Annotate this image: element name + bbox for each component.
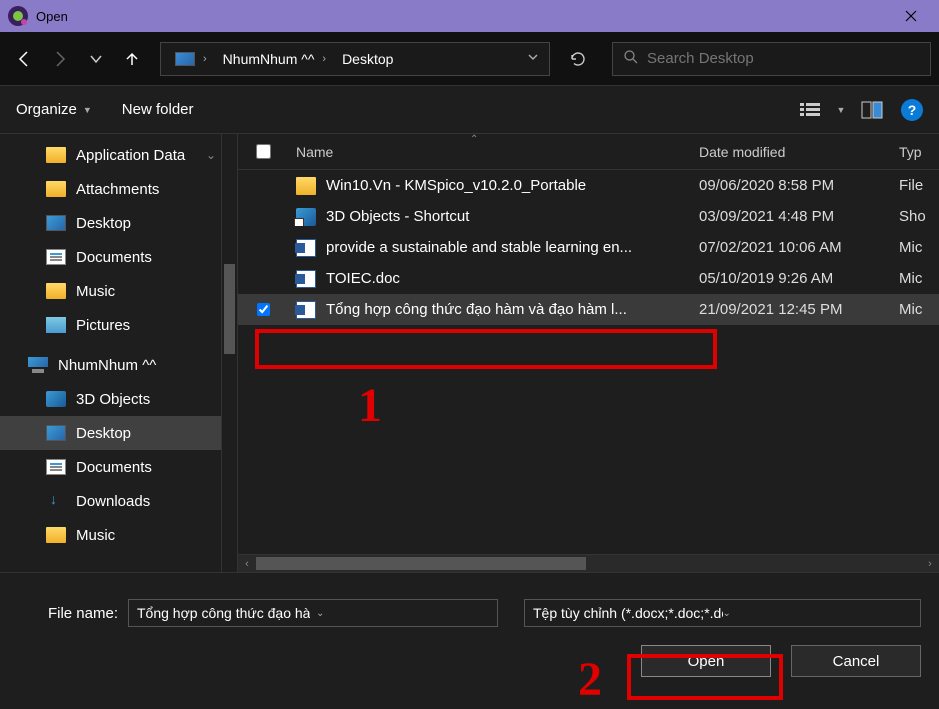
pc-icon (175, 52, 195, 66)
new-folder-button[interactable]: New folder (122, 101, 194, 118)
music-icon (46, 527, 66, 543)
pc-icon (28, 357, 48, 373)
forward-button[interactable] (44, 43, 76, 75)
sidebar-group-pc[interactable]: NhumNhum ^^ (0, 348, 237, 382)
sidebar-item[interactable]: Downloads (0, 484, 237, 518)
address-bar[interactable]: › NhumNhum ^^› Desktop (160, 42, 550, 76)
sidebar-scrollbar[interactable] (221, 134, 237, 572)
footer: File name: Tổng hợp công thức đạo hàm và… (0, 572, 939, 690)
word-icon (296, 270, 316, 288)
sidebar-item[interactable]: Documents (0, 240, 237, 274)
file-row[interactable]: TOIEC.doc 05/10/2019 9:26 AM Mic (238, 263, 939, 294)
sidebar-item[interactable]: Music (0, 274, 237, 308)
sidebar-item[interactable]: 3D Objects (0, 382, 237, 416)
sidebar: Application Data⌄ Attachments Desktop Do… (0, 134, 238, 572)
view-dropdown[interactable]: ▼ (833, 95, 849, 125)
cancel-button[interactable]: Cancel (791, 645, 921, 677)
address-dropdown[interactable] (517, 50, 549, 68)
filter-dropdown[interactable]: ⌄ (723, 608, 913, 619)
type-column[interactable]: Typ (899, 144, 939, 160)
scrollbar-thumb[interactable] (224, 264, 235, 354)
folder-icon (46, 147, 66, 163)
column-headers: Name⌃ Date modified Typ (238, 134, 939, 170)
address-root-icon[interactable]: › (161, 43, 215, 75)
file-row[interactable]: Win10.Vn - KMSpico_v10.2.0_Portable 09/0… (238, 170, 939, 201)
refresh-button[interactable] (558, 42, 598, 76)
scroll-left[interactable]: ‹ (238, 555, 256, 573)
file-pane: Name⌃ Date modified Typ Win10.Vn - KMSpi… (238, 134, 939, 572)
file-list: Win10.Vn - KMSpico_v10.2.0_Portable 09/0… (238, 170, 939, 554)
downloads-icon (46, 493, 66, 509)
word-icon (296, 301, 316, 319)
search-input[interactable] (647, 50, 920, 67)
preview-pane-button[interactable] (855, 95, 889, 125)
file-row-selected[interactable]: Tổng hợp công thức đạo hàm và đạo hàm l.… (238, 294, 939, 325)
main-area: Application Data⌄ Attachments Desktop Do… (0, 134, 939, 572)
up-button[interactable] (116, 43, 148, 75)
window-title: Open (36, 9, 68, 24)
document-icon (46, 249, 66, 265)
sidebar-item[interactable]: Desktop (0, 206, 237, 240)
sidebar-item[interactable]: Application Data⌄ (0, 138, 237, 172)
folder-icon (46, 283, 66, 299)
organize-menu[interactable]: Organize▼ (16, 101, 92, 118)
toolbar: Organize▼ New folder ▼ ? (0, 86, 939, 134)
app-icon (8, 6, 28, 26)
desktop-icon (46, 425, 66, 441)
navbar: › NhumNhum ^^› Desktop (0, 32, 939, 86)
select-all-checkbox[interactable] (256, 144, 271, 159)
document-icon (46, 459, 66, 475)
address-segment-user[interactable]: NhumNhum ^^› (215, 43, 334, 75)
shortcut-icon (296, 208, 316, 226)
help-button[interactable]: ? (901, 99, 923, 121)
file-row[interactable]: 3D Objects - Shortcut 03/09/2021 4:48 PM… (238, 201, 939, 232)
titlebar: Open (0, 0, 939, 32)
horizontal-scrollbar[interactable]: ‹ › (238, 554, 939, 572)
search-box[interactable] (612, 42, 931, 76)
scroll-right[interactable]: › (921, 555, 939, 573)
view-details-button[interactable] (793, 95, 827, 125)
filename-label: File name: (18, 605, 118, 622)
pictures-icon (46, 317, 66, 333)
history-dropdown[interactable] (80, 43, 112, 75)
expand-icon[interactable]: ⌄ (206, 148, 216, 162)
date-column[interactable]: Date modified (699, 144, 899, 160)
open-button[interactable]: Open (641, 645, 771, 677)
folder-icon (46, 181, 66, 197)
back-button[interactable] (8, 43, 40, 75)
address-segment-desktop[interactable]: Desktop (334, 43, 401, 75)
filetype-filter[interactable]: Tệp tùy chỉnh (*.docx;*.doc;*.do⌄ (524, 599, 921, 627)
close-button[interactable] (891, 0, 931, 32)
sidebar-item[interactable]: Attachments (0, 172, 237, 206)
filename-dropdown[interactable]: ⌄ (316, 608, 489, 619)
folder-icon (296, 177, 316, 195)
file-checkbox[interactable] (257, 303, 270, 316)
scrollbar-thumb[interactable] (256, 557, 586, 570)
search-icon (623, 49, 639, 69)
word-icon (296, 239, 316, 257)
sidebar-item-desktop[interactable]: Desktop (0, 416, 237, 450)
sidebar-item[interactable]: Documents (0, 450, 237, 484)
3dobjects-icon (46, 391, 66, 407)
name-column[interactable]: Name⌃ (288, 144, 699, 160)
sidebar-item[interactable]: Pictures (0, 308, 237, 342)
file-row[interactable]: provide a sustainable and stable learnin… (238, 232, 939, 263)
desktop-icon (46, 215, 66, 231)
sidebar-item[interactable]: Music (0, 518, 237, 552)
filename-input[interactable]: Tổng hợp công thức đạo hàm và đạo h⌄ (128, 599, 498, 627)
